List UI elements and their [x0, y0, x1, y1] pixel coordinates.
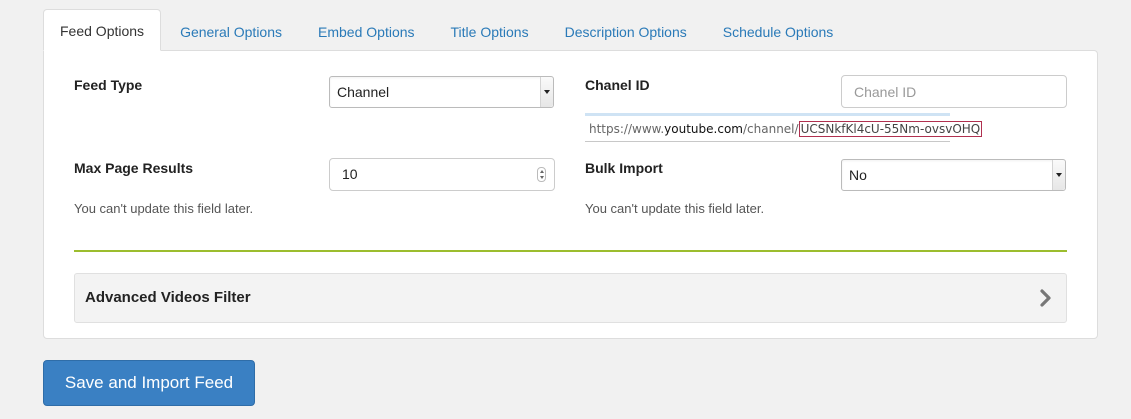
chevron-right-icon	[1040, 289, 1051, 307]
tab-description-options[interactable]: Description Options	[548, 11, 704, 51]
advanced-videos-filter-title: Advanced Videos Filter	[85, 289, 251, 306]
channel-id-input[interactable]	[841, 75, 1067, 108]
dropdown-arrow-icon	[1052, 160, 1065, 190]
max-page-results-label: Max Page Results	[74, 160, 194, 176]
max-page-results-input[interactable]: 10	[329, 158, 555, 191]
tab-general-options[interactable]: General Options	[163, 11, 299, 51]
feed-type-value: Channel	[337, 84, 390, 100]
max-page-results-help: You can't update this field later.	[74, 201, 254, 216]
save-and-import-feed-button[interactable]: Save and Import Feed	[43, 360, 255, 406]
url-hint-prefix: https://www.	[589, 122, 665, 136]
tab-bar: Feed Options General Options Embed Optio…	[43, 9, 852, 51]
bulk-import-label: Bulk Import	[585, 160, 663, 176]
url-hint-channel-id: UCSNkfKl4cU-55Nm-ovsvOHQ	[798, 121, 983, 137]
url-hint-path: /channel/	[742, 122, 799, 136]
bulk-import-select[interactable]: No	[841, 159, 1066, 191]
tab-schedule-options[interactable]: Schedule Options	[706, 11, 851, 51]
bulk-import-value: No	[849, 167, 867, 183]
advanced-videos-filter-toggle[interactable]: Advanced Videos Filter	[74, 273, 1067, 323]
number-spinner-icon[interactable]	[537, 167, 546, 182]
max-page-results-value: 10	[342, 166, 358, 182]
channel-id-label: Chanel ID	[585, 77, 650, 93]
tab-title-options[interactable]: Title Options	[434, 11, 546, 51]
url-hint-domain: youtube.com	[664, 122, 743, 136]
feed-type-select[interactable]: Channel	[329, 76, 554, 108]
dropdown-arrow-icon	[540, 77, 553, 107]
tab-embed-options[interactable]: Embed Options	[301, 11, 432, 51]
channel-url-hint: https://www.youtube.com/channel/UCSNkfKl…	[585, 113, 983, 142]
bulk-import-help: You can't update this field later.	[585, 201, 765, 216]
section-divider	[74, 250, 1067, 252]
tab-feed-options[interactable]: Feed Options	[43, 9, 162, 51]
feed-type-label: Feed Type	[74, 77, 143, 93]
